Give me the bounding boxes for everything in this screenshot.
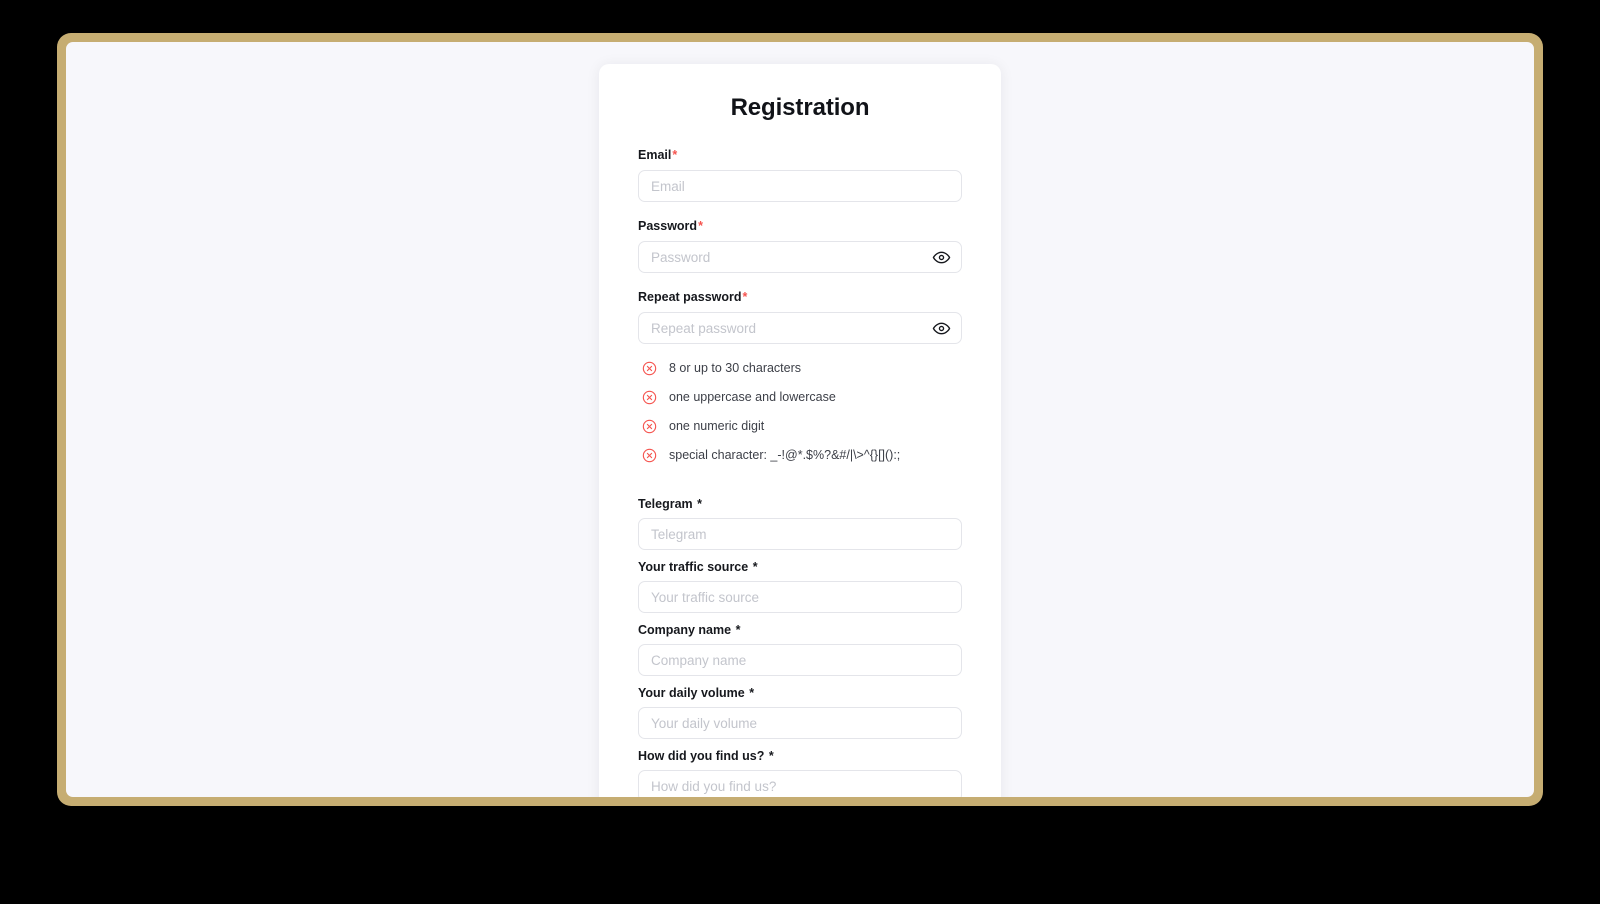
field-label-repeat-password: Repeat password* [638, 290, 962, 305]
label-text-password: Password [638, 219, 698, 233]
label-text-company-name: Company name [638, 623, 732, 637]
company-name-input[interactable] [638, 644, 962, 676]
error-circle-x-icon [642, 419, 657, 434]
password-requirement-text: special character: _-!@*.$%?&#/|\>^{}[](… [669, 448, 901, 462]
error-circle-x-icon [642, 390, 657, 405]
password-requirement-item: one numeric digit [638, 419, 962, 434]
field-repeat-password: Repeat password* [638, 290, 962, 344]
required-asterisk-daily-volume: * [749, 686, 755, 700]
field-label-company-name: Company name * [638, 623, 962, 638]
error-circle-x-icon [642, 448, 657, 463]
password-requirements-list: 8 or up to 30 characters one uppercase a… [638, 361, 962, 463]
password-requirement-text: one uppercase and lowercase [669, 390, 836, 404]
label-text-email: Email [638, 148, 672, 162]
label-text-daily-volume: Your daily volume [638, 686, 745, 700]
input-wrap-repeat-password [638, 312, 962, 344]
field-label-password: Password* [638, 219, 962, 234]
field-label-how-did-you-find-us: How did you find us? * [638, 749, 962, 764]
label-text-repeat-password: Repeat password [638, 290, 742, 304]
telegram-input[interactable] [638, 518, 962, 550]
how-did-you-find-us-input[interactable] [638, 770, 962, 797]
field-telegram: Telegram * [638, 497, 962, 550]
password-requirement-text: one numeric digit [669, 419, 765, 433]
eye-icon [932, 251, 950, 263]
required-asterisk-how-did-you-find-us: * [768, 749, 774, 763]
input-wrap-company-name [638, 644, 962, 676]
password-requirement-text: 8 or up to 30 characters [669, 361, 802, 375]
repeat-password-input[interactable] [638, 312, 962, 344]
required-asterisk-traffic-source: * [752, 560, 758, 574]
field-label-email: Email* [638, 148, 962, 163]
input-wrap-telegram [638, 518, 962, 550]
required-asterisk-repeat-password: * [742, 290, 748, 304]
required-asterisk-company-name: * [735, 623, 741, 637]
device-frame: Registration Email* Password* [57, 33, 1543, 806]
password-requirement-item: special character: _-!@*.$%?&#/|\>^{}[](… [638, 448, 962, 463]
field-password: Password* [638, 219, 962, 273]
required-asterisk-telegram: * [697, 497, 703, 511]
email-input[interactable] [638, 170, 962, 202]
password-requirement-item: one uppercase and lowercase [638, 390, 962, 405]
eye-icon [932, 322, 950, 334]
input-wrap-daily-volume [638, 707, 962, 739]
input-wrap-password [638, 241, 962, 273]
label-text-how-did-you-find-us: How did you find us? [638, 749, 765, 763]
label-text-telegram: Telegram [638, 497, 693, 511]
label-text-traffic-source: Your traffic source [638, 560, 749, 574]
browser-viewport: Registration Email* Password* [66, 42, 1534, 797]
profile-fields-group: Telegram * Your traffic source * [638, 497, 962, 797]
toggle-password-visibility-button[interactable] [930, 246, 952, 268]
required-asterisk-email: * [672, 148, 678, 162]
input-wrap-how-did-you-find-us [638, 770, 962, 797]
field-how-did-you-find-us: How did you find us? * [638, 749, 962, 797]
input-wrap-email [638, 170, 962, 202]
screenshot-root: Registration Email* Password* [0, 0, 1600, 904]
page-title: Registration [730, 94, 870, 121]
field-label-telegram: Telegram * [638, 497, 962, 512]
error-circle-x-icon [642, 361, 657, 376]
field-label-daily-volume: Your daily volume * [638, 686, 962, 701]
field-daily-volume: Your daily volume * [638, 686, 962, 739]
password-input[interactable] [638, 241, 962, 273]
daily-volume-input[interactable] [638, 707, 962, 739]
field-traffic-source: Your traffic source * [638, 560, 962, 613]
password-requirement-item: 8 or up to 30 characters [638, 361, 962, 376]
traffic-source-input[interactable] [638, 581, 962, 613]
field-label-traffic-source: Your traffic source * [638, 560, 962, 575]
registration-card: Registration Email* Password* [599, 64, 1001, 797]
required-asterisk-password: * [698, 219, 703, 233]
field-email: Email* [638, 148, 962, 202]
toggle-repeat-password-visibility-button[interactable] [930, 317, 952, 339]
input-wrap-traffic-source [638, 581, 962, 613]
field-company-name: Company name * [638, 623, 962, 676]
